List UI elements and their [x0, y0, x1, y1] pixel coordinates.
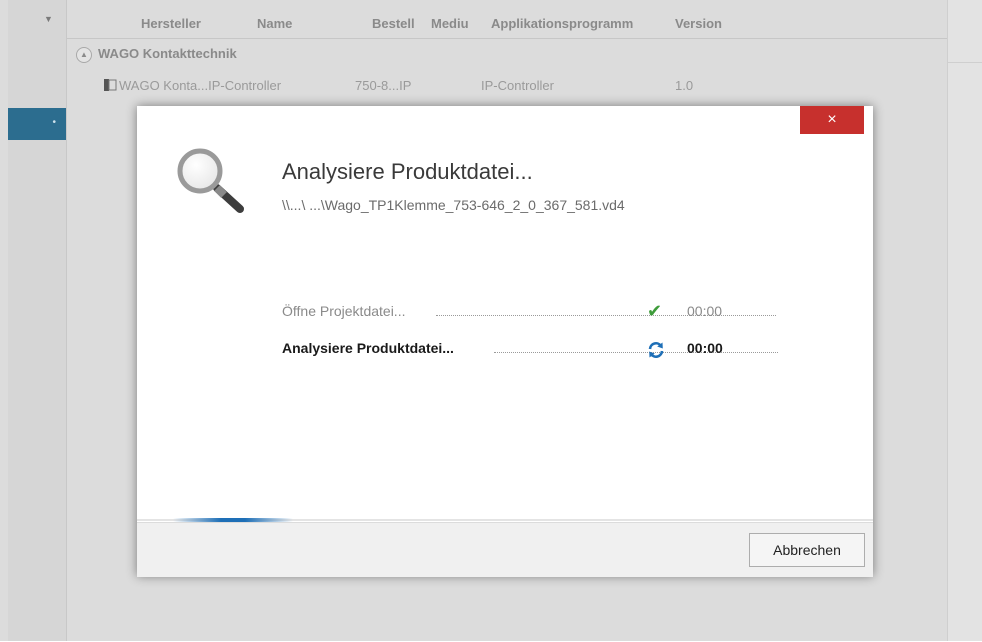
step-time: 00:00 — [687, 340, 723, 356]
step-time: 00:00 — [687, 303, 723, 319]
step-label: Öffne Projektdatei... — [282, 303, 406, 319]
step-label: Analysiere Produktdatei... — [282, 340, 454, 356]
step-analyze-product: Analysiere Produktdatei... 00:00 — [282, 340, 778, 362]
row-name[interactable]: WAGO Konta...IP-Controller — [119, 78, 281, 93]
cancel-button[interactable]: Abbrechen — [749, 533, 865, 567]
column-name[interactable]: Name — [257, 16, 292, 31]
refresh-icon — [648, 342, 664, 358]
column-hersteller[interactable]: Hersteller — [141, 16, 201, 31]
right-panel — [947, 0, 982, 641]
group-label: WAGO Kontakttechnik — [98, 46, 237, 61]
left-panel: ▼ • — [8, 0, 67, 641]
column-applikationsprogramm[interactable]: Applikationsprogramm — [491, 16, 633, 31]
group-row[interactable]: ▲ WAGO Kontakttechnik — [76, 46, 237, 63]
dotted-leader — [494, 352, 778, 353]
close-button[interactable]: × — [800, 106, 864, 134]
dotted-leader — [436, 315, 776, 316]
column-bestell[interactable]: Bestell — [372, 16, 415, 31]
dialog-footer: Abbrechen — [137, 522, 873, 577]
left-panel-selected-item[interactable]: • — [8, 108, 66, 140]
progress-dialog: × Analysiere Produktdatei... \\...\ ...\… — [137, 106, 873, 577]
collapse-arrow-icon[interactable]: ▼ — [44, 14, 53, 24]
magnifier-icon — [177, 148, 244, 213]
column-header: Hersteller Name Bestell Mediu Applikatio… — [67, 10, 947, 39]
row-application: IP-Controller — [481, 78, 554, 93]
column-medium[interactable]: Mediu — [431, 16, 469, 31]
file-path: \\...\ ...\Wago_TP1Klemme_753-646_2_0_36… — [282, 197, 625, 213]
dialog-title: Analysiere Produktdatei... — [282, 159, 533, 184]
row-order: 750-8...IP — [355, 78, 412, 93]
check-icon: ✔ — [647, 301, 663, 321]
device-icon — [104, 79, 117, 91]
bullet-icon: • — [52, 117, 56, 128]
collapse-group-icon[interactable]: ▲ — [76, 46, 92, 63]
column-version[interactable]: Version — [675, 16, 722, 31]
step-open-project: Öffne Projektdatei... ✔ 00:00 — [282, 301, 776, 325]
row-version: 1.0 — [675, 78, 694, 93]
